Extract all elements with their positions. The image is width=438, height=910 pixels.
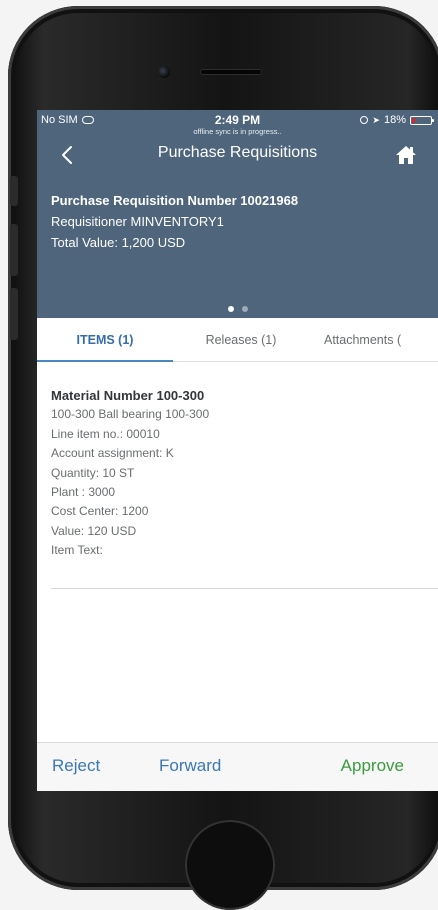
front-camera — [158, 66, 170, 78]
earpiece-speaker — [200, 69, 262, 75]
home-icon[interactable] — [394, 143, 418, 167]
list-item[interactable]: Material Number 100-300 100-300 Ball bea… — [51, 386, 438, 561]
material-number: Material Number 100-300 — [51, 388, 205, 403]
material-description: 100-300 Ball bearing 100-300 — [51, 407, 210, 422]
battery-percent: 18% — [383, 114, 406, 126]
location-icon: ➤ — [372, 114, 380, 125]
requisition-number: Purchase Requisition Number 10021968 — [51, 193, 299, 208]
action-footer: Reject Forward Approve — [37, 742, 438, 791]
sync-message: offline sync is in progress.. — [193, 127, 282, 136]
divider — [51, 588, 438, 589]
plant: Plant : 3000 — [51, 485, 116, 500]
status-bar: No SIM 2:49 PM offline sync is in progre… — [37, 110, 438, 136]
nav-title: Purchase Requisitions — [157, 144, 318, 161]
battery-icon — [410, 115, 434, 125]
item-text: Item Text: — [51, 543, 103, 558]
total-value: Total Value: 1,200 USD — [51, 235, 186, 250]
header: No SIM 2:49 PM offline sync is in progre… — [37, 110, 438, 318]
approve-button[interactable]: Approve — [341, 756, 404, 776]
tab-releases[interactable]: Releases (1) — [173, 318, 309, 362]
tab-attachments[interactable]: Attachments ( — [324, 318, 438, 362]
requisition-info: Purchase Requisition Number 10021968 Req… — [51, 190, 298, 253]
active-tab-indicator — [37, 360, 173, 362]
reject-button[interactable]: Reject — [52, 756, 100, 776]
cost-center: Cost Center: 1200 — [51, 504, 149, 519]
app-screen: No SIM 2:49 PM offline sync is in progre… — [37, 110, 438, 791]
nav-bar: Purchase Requisitions — [37, 140, 438, 170]
account-assignment: Account assignment: K — [51, 446, 174, 461]
battery-fill — [412, 117, 415, 123]
home-button[interactable] — [185, 820, 275, 910]
forward-button[interactable]: Forward — [159, 756, 221, 776]
mute-switch — [10, 176, 18, 206]
page-dot-1[interactable] — [227, 306, 234, 312]
line-item-number: Line item no.: 00010 — [51, 426, 160, 441]
page-dot-2[interactable] — [241, 306, 248, 312]
tab-items[interactable]: ITEMS (1) — [37, 318, 173, 362]
volume-up-button — [10, 224, 18, 276]
tab-bar: ITEMS (1) Releases (1) Attachments ( — [37, 318, 438, 362]
volume-down-button — [10, 288, 18, 340]
status-right: ➤ 18% — [360, 114, 434, 126]
page-indicator[interactable] — [37, 306, 438, 312]
item-value: Value: 120 USD — [51, 523, 137, 538]
quantity: Quantity: 10 ST — [51, 465, 135, 480]
orientation-lock-icon — [360, 116, 369, 124]
requisitioner: Requisitioner MINVENTORY1 — [51, 214, 224, 229]
